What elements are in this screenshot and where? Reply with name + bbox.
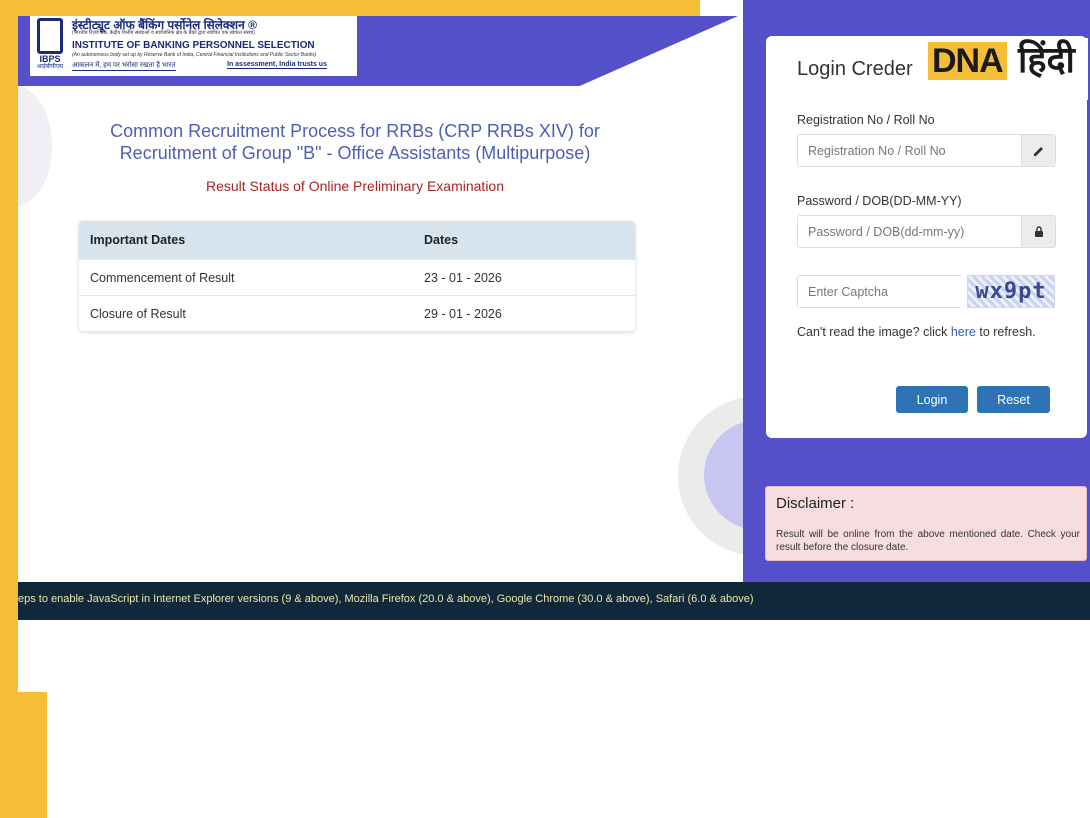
registration-label: Registration No / Roll No <box>797 113 935 127</box>
pencil-icon <box>1021 135 1055 166</box>
refresh-prefix: Can't read the image? click <box>797 325 951 339</box>
table-row: Closure of Result 29 - 01 - 2026 <box>79 295 635 331</box>
captcha-refresh-link[interactable]: here <box>951 325 976 339</box>
table-cell-date: 29 - 01 - 2026 <box>424 306 502 321</box>
login-card: Login Creder DNA हिंदी Registration No /… <box>766 36 1088 438</box>
org-name-english: INSTITUTE OF BANKING PERSONNEL SELECTION <box>72 40 315 51</box>
ibps-abbr-hindi: आईबीपीएस <box>36 64 64 70</box>
registration-input[interactable] <box>798 135 1021 166</box>
browser-support-marquee: eps to enable JavaScript in Internet Exp… <box>18 593 754 605</box>
disclaimer-text: Result will be online from the above men… <box>776 529 1080 553</box>
registration-field-group <box>797 134 1056 167</box>
ibps-emblem-icon <box>37 18 63 54</box>
important-dates-table: Important Dates Dates Commencement of Re… <box>79 221 635 331</box>
disclaimer-box: Disclaimer : Result will be online from … <box>765 486 1087 561</box>
table-row: Commencement of Result 23 - 01 - 2026 <box>79 259 635 295</box>
reset-button[interactable]: Reset <box>977 386 1050 413</box>
disclaimer-title: Disclaimer : <box>776 495 855 512</box>
password-label: Password / DOB(DD-MM-YY) <box>797 194 962 208</box>
login-panel: Login Creder DNA हिंदी Registration No /… <box>743 0 1090 582</box>
login-title: Login Creder <box>797 58 913 80</box>
org-tagline-hindi: (भारतीय रिज़र्व बैंक, केंद्रीय वित्तीय स… <box>72 30 255 36</box>
password-field-group <box>797 215 1056 248</box>
frame-top-bar <box>0 0 700 16</box>
ibps-logo-banner[interactable]: IBPS आईबीपीएस इंस्टीट्यूट ऑफ बैंकिंग पर्… <box>30 16 357 76</box>
table-header-event: Important Dates <box>90 233 186 247</box>
hindi-logo-text: हिंदी <box>1018 39 1075 80</box>
login-button[interactable]: Login <box>896 386 968 413</box>
table-cell-event: Commencement of Result <box>90 270 235 285</box>
table-cell-event: Closure of Result <box>90 306 186 321</box>
browser-support-footer: eps to enable JavaScript in Internet Exp… <box>18 582 1090 620</box>
captcha-image: wx9pt <box>967 275 1055 308</box>
table-header-row: Important Dates Dates <box>79 221 635 259</box>
password-input[interactable] <box>798 216 1021 247</box>
dna-logo-text: DNA <box>928 42 1007 80</box>
motto-hindi: आकलन में, हम पर भरोसा रखता है भारत <box>72 62 176 71</box>
ibps-emblem: IBPS आईबीपीएस <box>36 18 64 72</box>
table-cell-date: 23 - 01 - 2026 <box>424 270 502 285</box>
captcha-input[interactable] <box>798 276 969 307</box>
refresh-suffix: to refresh. <box>975 325 1036 339</box>
table-header-dates: Dates <box>424 233 459 247</box>
motto-english: In assessment, India trusts us <box>227 61 327 69</box>
ibps-abbr: IBPS <box>39 54 61 64</box>
org-tagline-english: (An autonomous body set up by Reserve Ba… <box>72 52 317 58</box>
dna-hindi-watermark: DNA हिंदी <box>926 38 1088 100</box>
decor-circle-left <box>18 86 52 206</box>
frame-corner-block <box>0 692 47 818</box>
captcha-refresh-text: Can't read the image? click here to refr… <box>797 325 1036 339</box>
captcha-field-group <box>797 275 969 308</box>
lock-icon <box>1021 216 1055 247</box>
page-subtitle: Result Status of Online Preliminary Exam… <box>205 178 505 194</box>
page-title: Common Recruitment Process for RRBs (CRP… <box>110 121 600 163</box>
